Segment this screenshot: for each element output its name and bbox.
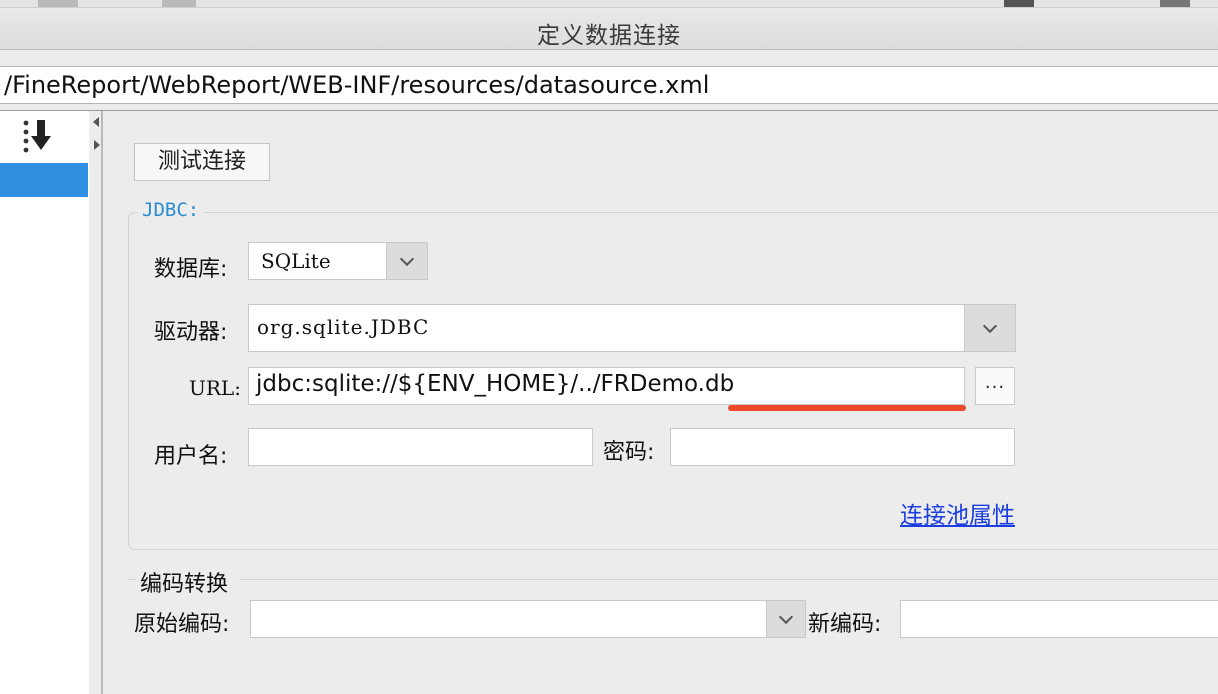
database-select[interactable]: SQLite xyxy=(248,242,428,280)
url-label: URL: xyxy=(189,376,241,400)
connection-list-panel xyxy=(0,111,90,694)
toolbar-fragment xyxy=(38,0,78,7)
url-input[interactable]: jdbc:sqlite://${ENV_HOME}/../FRDemo.db xyxy=(248,367,965,405)
test-connection-button[interactable]: 测试连接 xyxy=(134,143,270,181)
database-dropdown-button[interactable] xyxy=(386,243,427,279)
toolbar-fragment xyxy=(162,0,196,7)
driver-select[interactable]: org.sqlite.JDBC xyxy=(248,304,1016,352)
chevron-down-icon xyxy=(778,609,794,625)
password-input[interactable] xyxy=(670,428,1015,466)
username-label: 用户名: xyxy=(154,444,228,469)
toolbar-fragment xyxy=(1004,0,1034,7)
annotation-underline xyxy=(728,405,966,411)
original-encoding-select[interactable] xyxy=(250,600,806,638)
dialog-title-bar: 定义数据连接 xyxy=(0,8,1218,50)
browse-button[interactable]: ... xyxy=(975,367,1015,405)
dialog-title: 定义数据连接 xyxy=(537,23,681,49)
separator xyxy=(239,579,1218,580)
driver-dropdown-button[interactable] xyxy=(964,305,1015,351)
triangle-left-icon[interactable] xyxy=(93,117,99,127)
username-input[interactable] xyxy=(248,428,593,466)
toolbar-fragment xyxy=(1160,0,1190,7)
top-toolbar-strip xyxy=(0,0,1218,8)
driver-label: 驱动器: xyxy=(154,320,228,345)
separator xyxy=(0,110,1218,111)
driver-select-value: org.sqlite.JDBC xyxy=(257,315,430,339)
triangle-right-icon[interactable] xyxy=(94,140,100,150)
chevron-down-icon xyxy=(982,318,998,334)
url-input-value: jdbc:sqlite://${ENV_HOME}/../FRDemo.db xyxy=(256,371,735,397)
original-encoding-dropdown-button[interactable] xyxy=(766,601,805,637)
new-encoding-input[interactable] xyxy=(900,600,1218,638)
splitter-border xyxy=(101,111,103,694)
password-label: 密码: xyxy=(603,440,655,465)
chevron-down-icon xyxy=(399,251,415,267)
new-encoding-label: 新编码: xyxy=(808,612,882,637)
encoding-legend: 编码转换 xyxy=(140,572,229,597)
original-encoding-label: 原始编码: xyxy=(134,612,230,637)
database-select-value: SQLite xyxy=(261,249,331,273)
sort-descending-icon[interactable] xyxy=(20,118,56,156)
separator xyxy=(128,579,136,580)
connection-pool-properties-link[interactable]: 连接池属性 xyxy=(900,496,1015,530)
file-path-bar: /FineReport/WebReport/WEB-INF/resources/… xyxy=(0,66,1218,104)
connection-list-item-selected[interactable] xyxy=(0,163,88,197)
file-path: /FineReport/WebReport/WEB-INF/resources/… xyxy=(4,71,710,99)
database-label: 数据库: xyxy=(154,257,228,282)
jdbc-legend: JDBC: xyxy=(138,199,204,221)
